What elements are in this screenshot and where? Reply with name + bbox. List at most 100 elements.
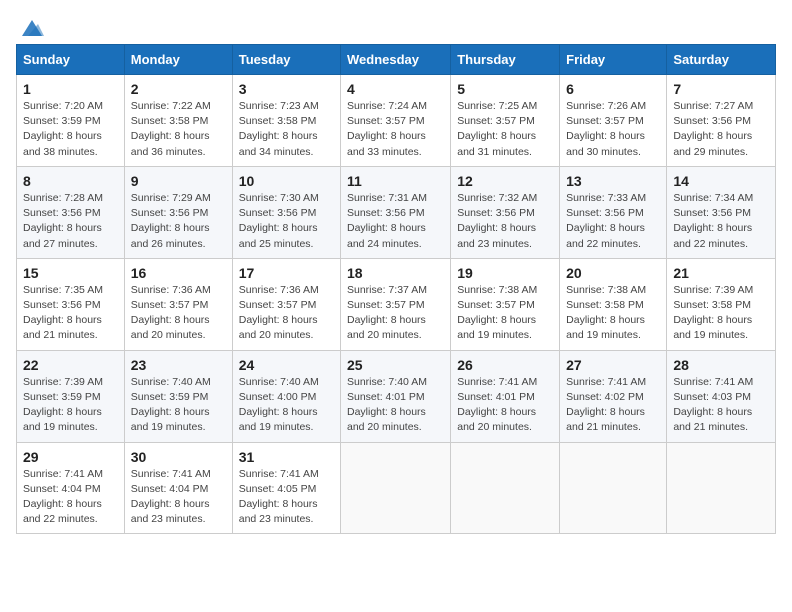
day-number: 28: [673, 357, 769, 373]
day-detail: Sunrise: 7:41 AM Sunset: 4:05 PM Dayligh…: [239, 467, 334, 528]
calendar-cell: 16 Sunrise: 7:36 AM Sunset: 3:57 PM Dayl…: [124, 258, 232, 350]
day-detail: Sunrise: 7:40 AM Sunset: 3:59 PM Dayligh…: [131, 375, 226, 436]
day-number: 22: [23, 357, 118, 373]
calendar-cell: 31 Sunrise: 7:41 AM Sunset: 4:05 PM Dayl…: [232, 442, 340, 534]
day-detail: Sunrise: 7:39 AM Sunset: 3:58 PM Dayligh…: [673, 283, 769, 344]
day-detail: Sunrise: 7:40 AM Sunset: 4:01 PM Dayligh…: [347, 375, 444, 436]
calendar-cell: 19 Sunrise: 7:38 AM Sunset: 3:57 PM Dayl…: [451, 258, 560, 350]
day-detail: Sunrise: 7:37 AM Sunset: 3:57 PM Dayligh…: [347, 283, 444, 344]
calendar-cell: 12 Sunrise: 7:32 AM Sunset: 3:56 PM Dayl…: [451, 166, 560, 258]
day-number: 26: [457, 357, 553, 373]
day-number: 17: [239, 265, 334, 281]
day-number: 21: [673, 265, 769, 281]
day-detail: Sunrise: 7:34 AM Sunset: 3:56 PM Dayligh…: [673, 191, 769, 252]
day-detail: Sunrise: 7:36 AM Sunset: 3:57 PM Dayligh…: [239, 283, 334, 344]
day-number: 11: [347, 173, 444, 189]
calendar-cell: 9 Sunrise: 7:29 AM Sunset: 3:56 PM Dayli…: [124, 166, 232, 258]
day-number: 23: [131, 357, 226, 373]
calendar-week-row: 22 Sunrise: 7:39 AM Sunset: 3:59 PM Dayl…: [17, 350, 776, 442]
page-header: [16, 16, 776, 34]
day-number: 7: [673, 81, 769, 97]
day-detail: Sunrise: 7:24 AM Sunset: 3:57 PM Dayligh…: [347, 99, 444, 160]
calendar-cell: 21 Sunrise: 7:39 AM Sunset: 3:58 PM Dayl…: [667, 258, 776, 350]
day-detail: Sunrise: 7:31 AM Sunset: 3:56 PM Dayligh…: [347, 191, 444, 252]
calendar-cell: [451, 442, 560, 534]
day-detail: Sunrise: 7:20 AM Sunset: 3:59 PM Dayligh…: [23, 99, 118, 160]
day-detail: Sunrise: 7:33 AM Sunset: 3:56 PM Dayligh…: [566, 191, 660, 252]
day-number: 29: [23, 449, 118, 465]
calendar-week-row: 29 Sunrise: 7:41 AM Sunset: 4:04 PM Dayl…: [17, 442, 776, 534]
calendar-cell: 15 Sunrise: 7:35 AM Sunset: 3:56 PM Dayl…: [17, 258, 125, 350]
day-number: 30: [131, 449, 226, 465]
day-number: 5: [457, 81, 553, 97]
weekday-header-sunday: Sunday: [17, 45, 125, 75]
calendar-cell: 22 Sunrise: 7:39 AM Sunset: 3:59 PM Dayl…: [17, 350, 125, 442]
calendar-cell: 2 Sunrise: 7:22 AM Sunset: 3:58 PM Dayli…: [124, 75, 232, 167]
day-number: 20: [566, 265, 660, 281]
day-detail: Sunrise: 7:41 AM Sunset: 4:02 PM Dayligh…: [566, 375, 660, 436]
calendar-cell: [560, 442, 667, 534]
day-detail: Sunrise: 7:38 AM Sunset: 3:57 PM Dayligh…: [457, 283, 553, 344]
calendar-cell: [667, 442, 776, 534]
calendar-cell: 6 Sunrise: 7:26 AM Sunset: 3:57 PM Dayli…: [560, 75, 667, 167]
day-number: 14: [673, 173, 769, 189]
day-detail: Sunrise: 7:35 AM Sunset: 3:56 PM Dayligh…: [23, 283, 118, 344]
day-number: 8: [23, 173, 118, 189]
calendar-cell: 10 Sunrise: 7:30 AM Sunset: 3:56 PM Dayl…: [232, 166, 340, 258]
day-number: 27: [566, 357, 660, 373]
day-number: 6: [566, 81, 660, 97]
calendar-cell: 7 Sunrise: 7:27 AM Sunset: 3:56 PM Dayli…: [667, 75, 776, 167]
day-number: 25: [347, 357, 444, 373]
calendar-cell: 28 Sunrise: 7:41 AM Sunset: 4:03 PM Dayl…: [667, 350, 776, 442]
weekday-header-wednesday: Wednesday: [341, 45, 451, 75]
weekday-header-monday: Monday: [124, 45, 232, 75]
day-detail: Sunrise: 7:28 AM Sunset: 3:56 PM Dayligh…: [23, 191, 118, 252]
day-number: 2: [131, 81, 226, 97]
calendar-cell: 14 Sunrise: 7:34 AM Sunset: 3:56 PM Dayl…: [667, 166, 776, 258]
day-detail: Sunrise: 7:29 AM Sunset: 3:56 PM Dayligh…: [131, 191, 226, 252]
day-detail: Sunrise: 7:39 AM Sunset: 3:59 PM Dayligh…: [23, 375, 118, 436]
calendar-cell: 24 Sunrise: 7:40 AM Sunset: 4:00 PM Dayl…: [232, 350, 340, 442]
calendar-cell: 18 Sunrise: 7:37 AM Sunset: 3:57 PM Dayl…: [341, 258, 451, 350]
day-detail: Sunrise: 7:30 AM Sunset: 3:56 PM Dayligh…: [239, 191, 334, 252]
calendar-cell: 30 Sunrise: 7:41 AM Sunset: 4:04 PM Dayl…: [124, 442, 232, 534]
calendar-cell: 25 Sunrise: 7:40 AM Sunset: 4:01 PM Dayl…: [341, 350, 451, 442]
day-detail: Sunrise: 7:41 AM Sunset: 4:01 PM Dayligh…: [457, 375, 553, 436]
logo-icon: [18, 16, 46, 40]
day-detail: Sunrise: 7:41 AM Sunset: 4:03 PM Dayligh…: [673, 375, 769, 436]
day-detail: Sunrise: 7:41 AM Sunset: 4:04 PM Dayligh…: [23, 467, 118, 528]
day-detail: Sunrise: 7:36 AM Sunset: 3:57 PM Dayligh…: [131, 283, 226, 344]
weekday-header-thursday: Thursday: [451, 45, 560, 75]
calendar-cell: 8 Sunrise: 7:28 AM Sunset: 3:56 PM Dayli…: [17, 166, 125, 258]
day-number: 12: [457, 173, 553, 189]
calendar-cell: 11 Sunrise: 7:31 AM Sunset: 3:56 PM Dayl…: [341, 166, 451, 258]
day-number: 1: [23, 81, 118, 97]
day-detail: Sunrise: 7:22 AM Sunset: 3:58 PM Dayligh…: [131, 99, 226, 160]
calendar-table: SundayMondayTuesdayWednesdayThursdayFrid…: [16, 44, 776, 534]
calendar-cell: 3 Sunrise: 7:23 AM Sunset: 3:58 PM Dayli…: [232, 75, 340, 167]
logo: [16, 16, 46, 34]
calendar-cell: 17 Sunrise: 7:36 AM Sunset: 3:57 PM Dayl…: [232, 258, 340, 350]
day-number: 3: [239, 81, 334, 97]
day-number: 15: [23, 265, 118, 281]
day-number: 18: [347, 265, 444, 281]
calendar-cell: 20 Sunrise: 7:38 AM Sunset: 3:58 PM Dayl…: [560, 258, 667, 350]
day-number: 9: [131, 173, 226, 189]
day-detail: Sunrise: 7:40 AM Sunset: 4:00 PM Dayligh…: [239, 375, 334, 436]
day-detail: Sunrise: 7:26 AM Sunset: 3:57 PM Dayligh…: [566, 99, 660, 160]
calendar-cell: 29 Sunrise: 7:41 AM Sunset: 4:04 PM Dayl…: [17, 442, 125, 534]
calendar-cell: 13 Sunrise: 7:33 AM Sunset: 3:56 PM Dayl…: [560, 166, 667, 258]
calendar-cell: 5 Sunrise: 7:25 AM Sunset: 3:57 PM Dayli…: [451, 75, 560, 167]
weekday-header-tuesday: Tuesday: [232, 45, 340, 75]
day-number: 10: [239, 173, 334, 189]
day-detail: Sunrise: 7:32 AM Sunset: 3:56 PM Dayligh…: [457, 191, 553, 252]
day-number: 16: [131, 265, 226, 281]
calendar-week-row: 1 Sunrise: 7:20 AM Sunset: 3:59 PM Dayli…: [17, 75, 776, 167]
day-number: 24: [239, 357, 334, 373]
day-detail: Sunrise: 7:23 AM Sunset: 3:58 PM Dayligh…: [239, 99, 334, 160]
day-number: 13: [566, 173, 660, 189]
calendar-cell: 1 Sunrise: 7:20 AM Sunset: 3:59 PM Dayli…: [17, 75, 125, 167]
calendar-week-row: 8 Sunrise: 7:28 AM Sunset: 3:56 PM Dayli…: [17, 166, 776, 258]
day-detail: Sunrise: 7:25 AM Sunset: 3:57 PM Dayligh…: [457, 99, 553, 160]
day-number: 4: [347, 81, 444, 97]
